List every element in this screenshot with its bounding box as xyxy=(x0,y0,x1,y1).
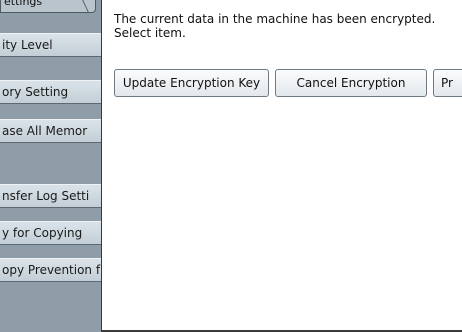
sidebar-item-security-for-copying[interactable]: y for Copying xyxy=(0,221,101,245)
message-line-select: Select item. xyxy=(114,26,186,40)
sidebar-item-copy-prevention[interactable]: opy Prevention f xyxy=(0,258,101,282)
status-message: The current data in the machine has been… xyxy=(114,12,462,40)
truncated-action-button[interactable]: Pr xyxy=(433,69,462,97)
settings-tab[interactable]: ettings xyxy=(0,0,96,13)
sidebar-item-erase-all-memory[interactable]: ase All Memor xyxy=(0,119,101,143)
sidebar-item-label: ase All Memor xyxy=(2,124,88,138)
sidebar-item-security-level[interactable]: ity Level xyxy=(0,33,101,57)
message-line-encrypted: The current data in the machine has been… xyxy=(114,12,436,26)
sidebar-item-label: ory Setting xyxy=(2,85,69,99)
sidebar-item-label: ity Level xyxy=(2,38,53,52)
settings-sidebar: ettings ity Level ory Setting ase All Me… xyxy=(0,0,101,332)
encryption-settings-screen: ettings ity Level ory Setting ase All Me… xyxy=(0,0,462,332)
cancel-encryption-button[interactable]: Cancel Encryption xyxy=(275,69,427,97)
sidebar-item-memory-setting[interactable]: ory Setting xyxy=(0,80,101,104)
sidebar-item-label: nsfer Log Setti xyxy=(2,189,90,203)
sidebar-item-label: y for Copying xyxy=(2,226,83,240)
update-encryption-key-button[interactable]: Update Encryption Key xyxy=(114,69,269,97)
sidebar-item-label: opy Prevention f xyxy=(2,263,101,277)
sidebar-item-transfer-log-setting[interactable]: nsfer Log Setti xyxy=(0,184,101,208)
main-panel: The current data in the machine has been… xyxy=(101,0,462,332)
